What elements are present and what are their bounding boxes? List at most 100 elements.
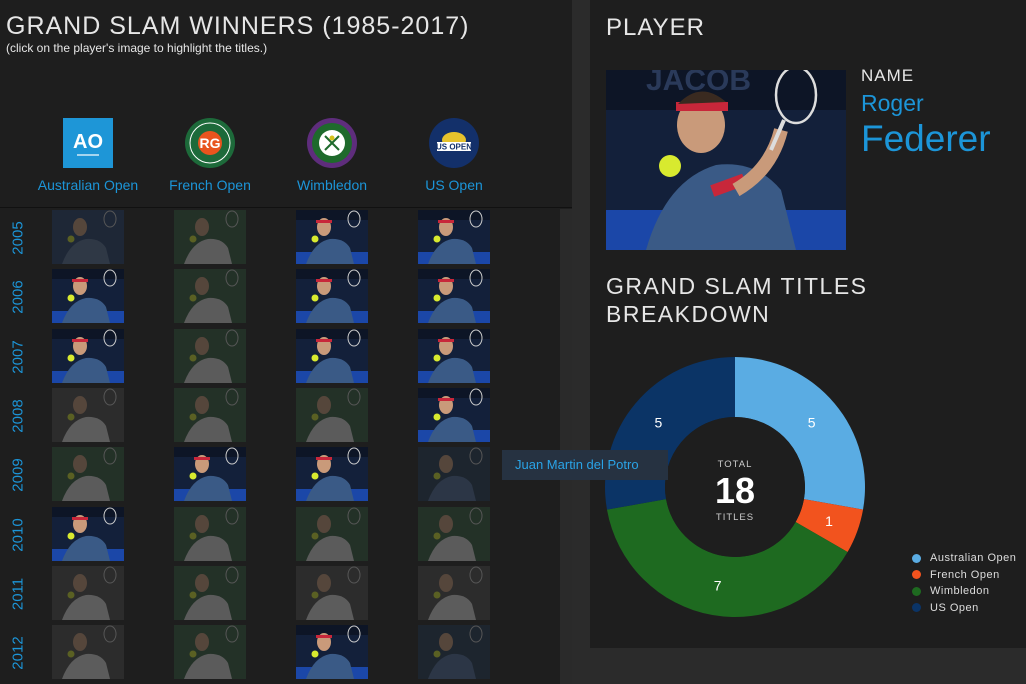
legend-item[interactable]: Wimbledon — [912, 583, 1016, 600]
winner-image-cell[interactable] — [296, 387, 368, 442]
winner-image-cell[interactable] — [296, 625, 368, 680]
winner-image-cell[interactable] — [418, 269, 490, 324]
tournament-wimbledon[interactable]: Wimbledon — [271, 118, 393, 193]
winner-image-cell[interactable] — [174, 447, 246, 502]
panel-footer-strip — [590, 648, 1026, 684]
year-label: 2005 — [0, 209, 36, 267]
donut-slice-value: 5 — [808, 415, 816, 431]
tournament-header-row: AO Australian Open RG French Open Wimble… — [0, 110, 572, 208]
winner-image-cell[interactable] — [52, 269, 124, 324]
svg-text:RG: RG — [200, 135, 221, 151]
titles-donut-chart: 5 1 7 5 TOTAL 18 TITLES — [604, 356, 866, 618]
tournament-name: US Open — [425, 177, 483, 193]
winner-image-cell[interactable] — [418, 387, 490, 442]
year-text: 2008 — [9, 399, 27, 433]
winner-image-cell[interactable] — [52, 387, 124, 442]
winner-image-cell[interactable] — [296, 447, 368, 502]
year-text: 2010 — [9, 517, 27, 552]
australian-open-logo-icon: AO — [63, 118, 113, 168]
panel-divider — [572, 0, 590, 684]
grid-scrollbar[interactable] — [560, 209, 572, 684]
year-text: 2009 — [9, 458, 27, 492]
winners-panel: GRAND SLAM WINNERS (1985-2017) (click on… — [0, 0, 572, 684]
legend-item[interactable]: French Open — [912, 567, 1016, 584]
roland-garros-logo-icon: RG — [185, 118, 235, 168]
winner-image-cell[interactable] — [174, 387, 246, 442]
legend-label: Australian Open — [930, 552, 1017, 565]
winner-image-cell[interactable] — [52, 506, 124, 561]
us-open-logo-text: US OPEN — [436, 143, 472, 152]
year-label: 2011 — [0, 565, 36, 623]
winner-image-cell[interactable] — [418, 625, 490, 680]
winner-image-cell[interactable] — [418, 506, 490, 561]
legend-label: Wimbledon — [930, 585, 990, 598]
player-heading: PLAYER — [606, 14, 705, 41]
donut-svg: 5 1 7 5 TOTAL 18 TITLES — [605, 357, 865, 617]
winner-image-cell[interactable] — [52, 447, 124, 502]
legend-label: US Open — [930, 601, 979, 614]
winner-image-cell[interactable] — [174, 210, 246, 264]
us-open-logo-icon: US OPEN — [429, 118, 479, 168]
tournament-name: Wimbledon — [296, 177, 368, 193]
player-tooltip: Juan Martin del Potro — [502, 450, 668, 480]
legend-swatch-icon — [912, 553, 921, 563]
winner-image-cell[interactable] — [174, 625, 246, 680]
winner-image-cell[interactable] — [418, 565, 490, 620]
year-label: 2009 — [0, 446, 36, 504]
player-photo: JACOB — [606, 70, 846, 250]
winner-image-cell[interactable] — [52, 625, 124, 680]
page-title: GRAND SLAM WINNERS (1985-2017) — [6, 12, 470, 40]
donut-unit-label: TITLES — [716, 512, 754, 523]
legend-item[interactable]: US Open — [912, 600, 1016, 617]
name-label: NAME — [861, 66, 915, 85]
winner-image-cell[interactable] — [418, 328, 490, 383]
winner-image-cell[interactable] — [174, 506, 246, 561]
year-text: 2011 — [9, 577, 27, 610]
donut-total-label: TOTAL — [718, 459, 753, 470]
player-panel: PLAYER JACOB NAME Roger Federer GRAND SL… — [590, 0, 1026, 648]
player-last-name: Federer — [861, 118, 991, 159]
ao-logo-text: AO — [73, 131, 103, 153]
donut-slice-value: 7 — [714, 577, 722, 593]
year-label: 2008 — [0, 387, 36, 445]
winners-grid: 2005 2006 2007 2008 2009 2010 2011 2012 — [0, 209, 560, 684]
legend-swatch-icon — [912, 603, 921, 613]
winner-image-cell[interactable] — [296, 328, 368, 383]
legend-swatch-icon — [912, 570, 921, 580]
winner-image-cell[interactable] — [174, 328, 246, 383]
player-first-name: Roger — [861, 90, 924, 116]
wimbledon-logo-icon — [307, 118, 357, 168]
legend-item[interactable]: Australian Open — [912, 550, 1016, 567]
year-label: 2007 — [0, 328, 36, 386]
year-label: 2012 — [0, 624, 36, 682]
winner-image-cell[interactable] — [296, 269, 368, 324]
donut-slice-value: 5 — [654, 415, 662, 431]
year-label: 2010 — [0, 506, 36, 564]
page-subtitle: (click on the player's image to highligh… — [6, 41, 268, 55]
year-text: 2006 — [9, 280, 27, 314]
donut-slice-value: 1 — [825, 513, 833, 529]
legend-label: French Open — [930, 568, 1000, 581]
legend-swatch-icon — [912, 586, 921, 596]
tournament-french-open[interactable]: RG French Open — [149, 118, 271, 193]
year-text: 2012 — [9, 636, 27, 670]
year-text: 2007 — [9, 339, 27, 374]
winner-image-cell[interactable] — [52, 565, 124, 620]
year-label: 2006 — [0, 268, 36, 326]
tournament-us-open[interactable]: US OPEN US Open — [393, 118, 515, 193]
winner-image-cell[interactable] — [52, 328, 124, 383]
winner-image-cell[interactable] — [174, 269, 246, 324]
winner-image-cell[interactable] — [174, 565, 246, 620]
breakdown-title: GRAND SLAM TITLES BREAKDOWN — [606, 273, 868, 327]
year-text: 2005 — [9, 221, 27, 255]
tournament-australian-open[interactable]: AO Australian Open — [27, 118, 149, 193]
tournament-name: French Open — [169, 177, 251, 193]
winner-image-cell[interactable] — [296, 210, 368, 264]
tournament-name: Australian Open — [37, 177, 139, 193]
donut-total-value: 18 — [715, 470, 755, 511]
winner-image-cell[interactable] — [418, 210, 490, 264]
winner-image-cell[interactable] — [296, 506, 368, 561]
winner-image-cell[interactable] — [296, 565, 368, 620]
winner-image-cell[interactable] — [418, 447, 490, 502]
winner-image-cell[interactable] — [52, 210, 124, 264]
